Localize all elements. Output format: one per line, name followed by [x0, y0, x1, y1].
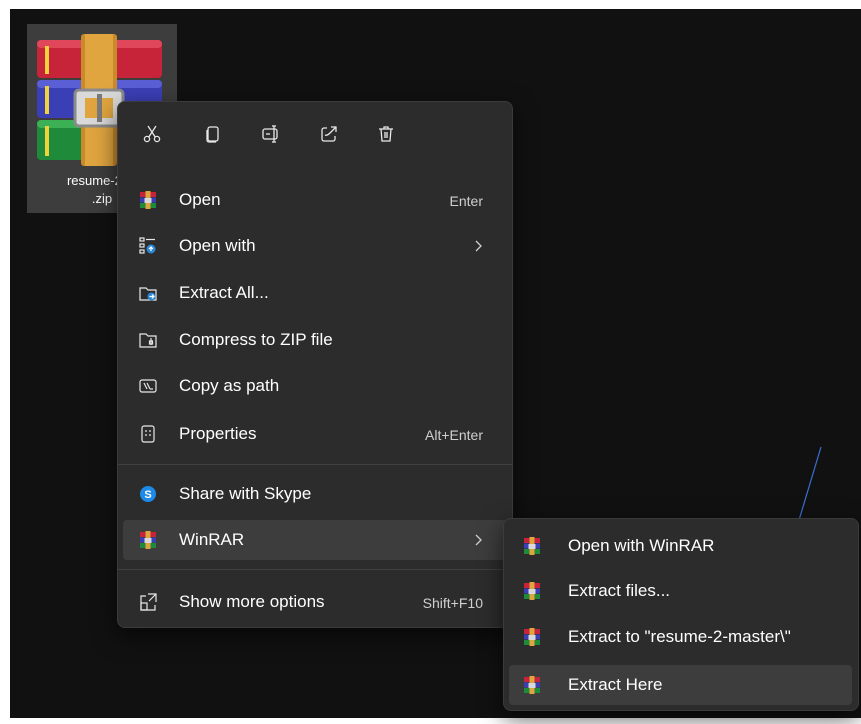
menu-item-compress-zip[interactable]: Compress to ZIP file — [123, 320, 507, 360]
menu-item-label: WinRAR — [179, 530, 245, 549]
chevron-right-icon — [475, 240, 482, 252]
winrar-icon — [523, 537, 541, 555]
skype-icon: S — [139, 485, 157, 503]
menu-item-copy-as-path[interactable]: Copy as path — [123, 366, 507, 406]
shortcut-label: Alt+Enter — [425, 427, 483, 443]
submenu-item-extract-to-folder[interactable]: Extract to "resume-2-master\" — [509, 617, 852, 657]
submenu-item-extract-here[interactable]: Extract Here — [509, 665, 852, 705]
copy-icon — [206, 126, 219, 143]
copy-path-icon — [139, 377, 157, 395]
scissors-icon — [143, 125, 161, 143]
quick-actions-bar — [118, 102, 512, 164]
rename-icon — [262, 125, 278, 143]
extract-folder-icon — [139, 284, 157, 302]
menu-item-label: Open — [179, 190, 221, 209]
delete-button[interactable] — [372, 120, 400, 148]
winrar-icon — [139, 531, 157, 549]
menu-item-label: Compress to ZIP file — [179, 330, 333, 349]
more-options-icon — [139, 593, 157, 611]
shortcut-label: Shift+F10 — [422, 595, 483, 611]
shortcut-label: Enter — [449, 193, 483, 209]
submenu-item-label: Extract to "resume-2-master\" — [568, 627, 791, 646]
trash-icon — [379, 126, 393, 142]
winrar-icon — [523, 628, 541, 646]
share-icon — [321, 126, 337, 142]
menu-separator — [118, 464, 512, 465]
submenu-item-label: Extract files... — [568, 581, 671, 600]
menu-item-show-more-options[interactable]: Show more options Shift+F10 — [123, 582, 507, 622]
share-button[interactable] — [315, 120, 343, 148]
winrar-icon — [523, 582, 541, 600]
cut-button[interactable] — [138, 120, 166, 148]
menu-item-open-with[interactable]: Open with — [123, 226, 507, 266]
open-with-icon — [139, 237, 157, 255]
zip-folder-icon — [139, 331, 157, 349]
menu-item-winrar[interactable]: WinRAR — [123, 520, 507, 560]
menu-item-label: Share with Skype — [179, 484, 312, 503]
menu-item-label: Properties — [179, 424, 257, 443]
properties-icon — [139, 425, 157, 443]
copy-button[interactable] — [199, 120, 227, 148]
menu-item-share-skype[interactable]: S Share with Skype — [123, 474, 507, 514]
submenu-item-open-with-winrar[interactable]: Open with WinRAR — [509, 526, 852, 566]
menu-item-label: Open with — [179, 236, 256, 255]
menu-separator — [118, 569, 512, 570]
menu-item-extract-all[interactable]: Extract All... — [123, 273, 507, 313]
rename-button[interactable] — [257, 120, 285, 148]
submenu-item-label: Extract Here — [568, 675, 663, 694]
winrar-icon — [139, 191, 157, 209]
submenu-item-extract-files[interactable]: Extract files... — [509, 571, 852, 611]
winrar-icon — [523, 676, 541, 694]
menu-item-label: Copy as path — [179, 376, 280, 395]
menu-item-label: Show more options — [179, 592, 325, 611]
menu-item-open[interactable]: Open Enter — [123, 180, 507, 220]
svg-text:S: S — [144, 489, 151, 501]
chevron-right-icon — [475, 534, 482, 546]
menu-item-label: Extract All... — [179, 283, 269, 302]
context-menu: Open Enter Open with Extract All... Comp… — [117, 101, 513, 628]
menu-item-properties[interactable]: Properties Alt+Enter — [123, 414, 507, 454]
winrar-submenu: Open with WinRAR Extract files... Extrac… — [503, 518, 859, 711]
submenu-item-label: Open with WinRAR — [568, 536, 715, 555]
